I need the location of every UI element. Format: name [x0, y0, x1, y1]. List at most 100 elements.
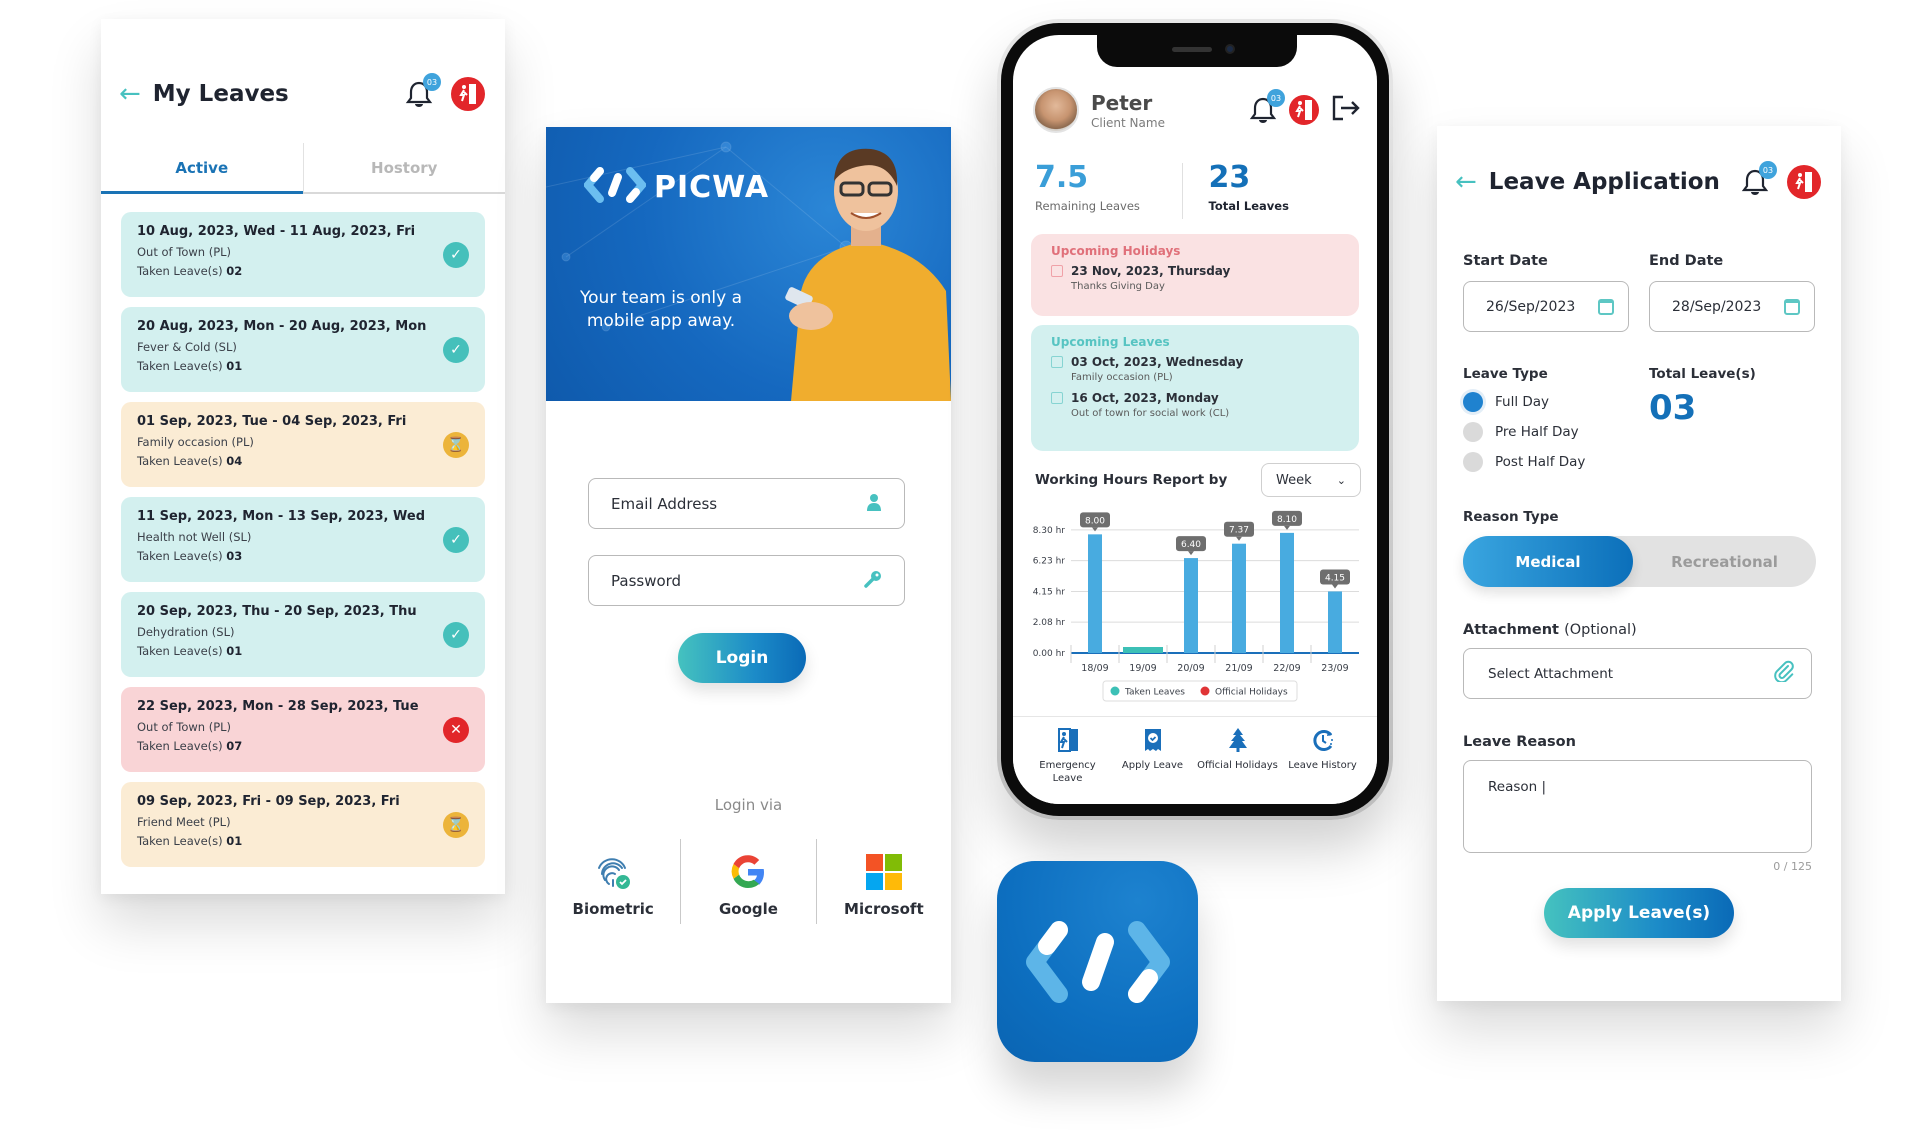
bottom-tab-bar: Emergency Leave Apply Leave Official Hol… [1013, 716, 1377, 804]
login-banner: PICWA Your team is only a mobile app awa… [546, 127, 951, 401]
apply-leave-button[interactable]: Apply Leave(s) [1544, 888, 1734, 938]
login-screen: PICWA Your team is only a mobile app awa… [546, 127, 951, 1003]
notification-bell-icon[interactable]: 03 [1249, 89, 1285, 125]
leave-reason: Friend Meet (PL) [137, 815, 231, 829]
notification-bell-icon[interactable]: 03 [1741, 161, 1777, 197]
brand: PICWA [582, 165, 769, 209]
y-tick-label: 2.08 hr [1033, 618, 1066, 628]
leave-tabs: Active Hostory [101, 143, 505, 194]
leave-card[interactable]: 20 Sep, 2023, Thu - 20 Sep, 2023, Thu De… [121, 592, 485, 677]
login-button[interactable]: Login [678, 633, 806, 683]
y-tick-label: 0.00 hr [1033, 649, 1066, 659]
dashboard-screen: Peter Client Name 03 7.5 Remaining Leave… [1013, 35, 1377, 804]
avatar[interactable] [1033, 87, 1079, 133]
chart-header: Working Hours Report by Week ⌄ [1035, 463, 1361, 497]
legend-label: Official Holidays [1215, 688, 1288, 698]
tab-emergency-leave[interactable]: Emergency Leave [1025, 727, 1110, 804]
upcoming-holidays-card[interactable]: Upcoming Holidays 23 Nov, 2023, Thursday… [1031, 234, 1359, 316]
start-date-field[interactable]: 26/Sep/2023 [1463, 281, 1629, 332]
leave-card[interactable]: 10 Aug, 2023, Wed - 11 Aug, 2023, Fri Ou… [121, 212, 485, 297]
upcoming-leave-desc: Out of town for social work (CL) [1071, 408, 1230, 419]
notification-badge: 03 [423, 73, 441, 91]
user-icon [866, 493, 882, 515]
leave-dates: 01 Sep, 2023, Tue - 04 Sep, 2023, Fri [137, 414, 407, 429]
leave-card[interactable]: 22 Sep, 2023, Mon - 28 Sep, 2023, Tue Ou… [121, 687, 485, 772]
tab-history[interactable]: Hostory [302, 143, 506, 192]
fingerprint-icon [598, 858, 631, 889]
calendar-icon [1598, 298, 1614, 315]
radio-pre-half-day[interactable]: Pre Half Day [1463, 422, 1579, 442]
notification-bell-icon[interactable]: 03 [405, 73, 441, 109]
upcoming-leaves-card[interactable]: Upcoming Leaves 03 Oct, 2023, Wednesday … [1031, 325, 1359, 451]
leave-reason: Out of Town (PL) [137, 245, 232, 259]
x-tick-label: 20/09 [1177, 663, 1204, 674]
dashboard-header: Peter Client Name 03 [1033, 87, 1361, 133]
emergency-exit-icon[interactable] [451, 77, 485, 111]
leave-card[interactable]: 09 Sep, 2023, Fri - 09 Sep, 2023, Fri Fr… [121, 782, 485, 867]
bar [1280, 532, 1294, 653]
tooltip-pointer [1284, 525, 1290, 530]
chart-title: Working Hours Report by [1035, 472, 1228, 488]
password-field[interactable]: Password [588, 555, 905, 606]
check-icon: ✓ [443, 526, 469, 553]
total-leaves-value: 03 [1649, 388, 1697, 428]
x-tick-label: 21/09 [1225, 663, 1252, 674]
x-tick-label: 19/09 [1129, 663, 1156, 674]
leave-card[interactable]: 20 Aug, 2023, Mon - 20 Aug, 2023, Mon Fe… [121, 307, 485, 392]
leave-dates: 20 Sep, 2023, Thu - 20 Sep, 2023, Thu [137, 604, 417, 619]
leave-reason-textarea[interactable]: Reason | [1463, 760, 1812, 853]
back-arrow-icon[interactable]: ← [119, 81, 141, 107]
microsoft-login-button[interactable]: Microsoft [815, 839, 951, 924]
radio-button[interactable] [1463, 422, 1483, 442]
picwa-logo-icon [1025, 920, 1170, 1003]
leave-card[interactable]: 11 Sep, 2023, Mon - 13 Sep, 2023, Wed He… [121, 497, 485, 582]
reason-medical-option[interactable]: Medical [1463, 536, 1633, 587]
char-counter: 0 / 125 [1773, 860, 1812, 873]
taken-count: 03 [226, 549, 243, 563]
radio-button[interactable] [1463, 392, 1483, 412]
leave-dates: 10 Aug, 2023, Wed - 11 Aug, 2023, Fri [137, 224, 416, 239]
reason-type-toggle: Medical Recreational [1463, 536, 1816, 587]
calendar-icon [1051, 265, 1063, 277]
app-icon [997, 861, 1198, 1062]
tab-apply-leave[interactable]: Apply Leave [1110, 727, 1195, 804]
attachment-field[interactable]: Select Attachment [1463, 648, 1812, 699]
leave-dates: 20 Aug, 2023, Mon - 20 Aug, 2023, Mon [137, 319, 427, 334]
leave-card[interactable]: 01 Sep, 2023, Tue - 04 Sep, 2023, Fri Fa… [121, 402, 485, 487]
radio-post-half-day[interactable]: Post Half Day [1463, 452, 1585, 472]
holiday-item: 23 Nov, 2023, Thursday Thanks Giving Day [1051, 264, 1339, 292]
legend-marker [1110, 686, 1120, 696]
google-label: Google [719, 900, 778, 918]
biometric-login-button[interactable]: Biometric [546, 839, 680, 924]
email-field[interactable]: Email Address [588, 478, 905, 529]
tab-leave-history[interactable]: Leave History [1280, 727, 1365, 804]
taken-label: Taken Leave(s) [137, 739, 223, 753]
value-label: 8.10 [1277, 515, 1297, 525]
end-date-field[interactable]: 28/Sep/2023 [1649, 281, 1815, 332]
leave-reason: Dehydration (SL) [137, 625, 235, 639]
taken-label: Taken Leave(s) [137, 644, 223, 658]
my-leaves-header: ← My Leaves 03 [101, 73, 505, 111]
taken-leaves: Taken Leave(s) 03 [137, 549, 469, 563]
tooltip-pointer [1188, 551, 1194, 556]
tab-active[interactable]: Active [101, 143, 303, 194]
reason-recreational-option[interactable]: Recreational [1633, 536, 1816, 587]
user-subtitle: Client Name [1091, 115, 1165, 130]
back-arrow-icon[interactable]: ← [1455, 169, 1477, 195]
google-login-button[interactable]: Google [680, 839, 815, 924]
taken-count: 02 [226, 264, 243, 278]
leave-dates: 22 Sep, 2023, Mon - 28 Sep, 2023, Tue [137, 699, 419, 714]
emergency-exit-icon[interactable] [1787, 165, 1821, 199]
leave-type-label: Leave Type [1463, 366, 1548, 382]
emergency-exit-icon[interactable] [1289, 95, 1319, 125]
calendar-check-icon [1051, 392, 1063, 404]
tab-official-holidays[interactable]: Official Holidays [1195, 727, 1280, 804]
taken-leaves: Taken Leave(s) 01 [137, 644, 469, 658]
period-select[interactable]: Week ⌄ [1261, 463, 1361, 497]
logout-icon[interactable] [1331, 94, 1361, 126]
chevron-down-icon: ⌄ [1336, 473, 1346, 487]
check-icon: ✓ [443, 241, 469, 268]
radio-full-day[interactable]: Full Day [1463, 392, 1549, 412]
radio-button[interactable] [1463, 452, 1483, 472]
leave-reason: Fever & Cold (SL) [137, 340, 237, 354]
